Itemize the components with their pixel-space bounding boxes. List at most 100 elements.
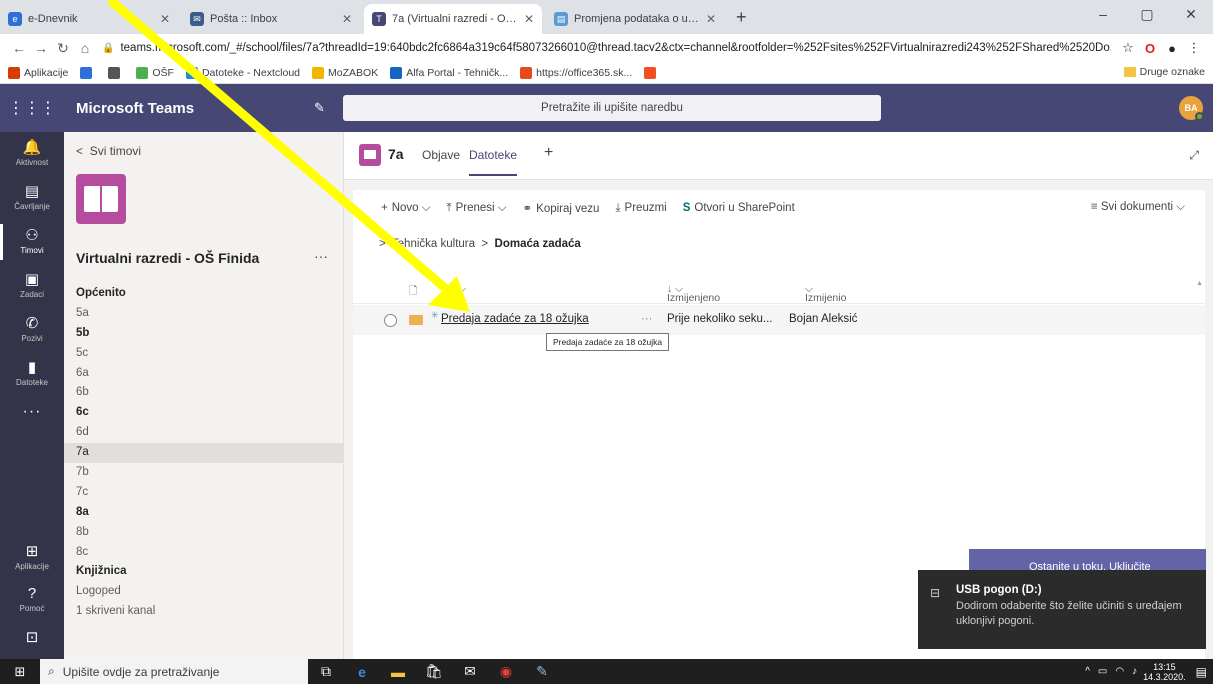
browser-tab[interactable]: T 7a (Virtualni razredi - OŠ Finida) | ✕ xyxy=(364,4,542,34)
more-apps-icon[interactable]: ··· xyxy=(0,396,64,440)
expand-icon[interactable]: ⤢ xyxy=(1189,148,1199,163)
close-window-icon[interactable]: ✕ xyxy=(1169,0,1213,28)
channel-item[interactable]: Općenito xyxy=(64,284,343,304)
network-icon[interactable]: ▭ xyxy=(1098,666,1107,677)
appbar-item[interactable]: ⊞ Aplikacije xyxy=(0,536,64,580)
back-arrow-icon[interactable]: ← xyxy=(8,40,30,56)
browser-tab[interactable]: ✉ Pošta :: Inbox ✕ xyxy=(182,4,360,34)
bookmark-item[interactable]: Aplikacije xyxy=(8,66,68,79)
appbar-item[interactable]: ⚇ Timovi xyxy=(0,220,64,264)
file-name-link[interactable]: Predaja zadaće za 18 ožujka xyxy=(441,313,589,325)
channel-item[interactable]: 8b xyxy=(64,523,343,543)
opera-extension-icon[interactable]: O xyxy=(1139,41,1161,56)
wifi-icon[interactable]: ◠ xyxy=(1115,666,1124,677)
appbar-item[interactable]: ▤ Čavrljanje xyxy=(0,176,64,220)
usb-notification[interactable]: ⊟ USB pogon (D:) Dodirom odaberite što ž… xyxy=(918,570,1206,649)
channel-item[interactable]: 7b xyxy=(64,463,343,483)
appbar-item[interactable]: ▣ Zadaci xyxy=(0,264,64,308)
mail-icon[interactable]: ✉ xyxy=(452,663,488,680)
upload-button[interactable]: ⤒ Prenesi ⌵ xyxy=(447,202,507,215)
forward-arrow-icon[interactable]: → xyxy=(30,40,52,56)
chrome-icon[interactable]: ◉ xyxy=(488,663,524,680)
row-select-radio[interactable] xyxy=(384,314,397,327)
name-column-chevron-icon[interactable]: ⌵ xyxy=(458,283,466,296)
column-modified-by[interactable]: Izmijenio ⌵ xyxy=(805,283,846,304)
home-icon[interactable]: ⌂ xyxy=(74,40,96,56)
channel-item[interactable]: 8a xyxy=(64,503,343,523)
table-row[interactable]: ✳ Predaja zadaće za 18 ožujka ··· Prije … xyxy=(353,305,1205,335)
app-launcher-icon[interactable]: ⋮⋮⋮ xyxy=(0,98,64,118)
profile-icon[interactable]: ● xyxy=(1161,41,1183,56)
channel-item[interactable]: 7a xyxy=(64,443,343,464)
channel-item[interactable]: 6c xyxy=(64,403,343,423)
download-button[interactable]: ⤓ Preuzmi xyxy=(615,202,666,215)
channel-item[interactable]: 8c xyxy=(64,543,343,563)
channel-item[interactable]: 5c xyxy=(64,344,343,364)
task-view-icon[interactable]: ⧉ xyxy=(308,663,344,680)
channel-item[interactable]: Knjižnica xyxy=(64,562,343,582)
other-bookmarks[interactable]: Druge oznake xyxy=(1123,66,1205,78)
windows-start-icon[interactable]: ⊞ xyxy=(0,664,40,680)
file-explorer-icon[interactable]: ▬ xyxy=(380,664,416,680)
tray-chevron-icon[interactable]: ^ xyxy=(1085,666,1090,677)
channel-item[interactable]: 5b xyxy=(64,324,343,344)
appbar-item[interactable]: ▮ Datoteke xyxy=(0,352,64,396)
browser-tab[interactable]: e e-Dnevnik ✕ xyxy=(0,4,178,34)
reload-icon[interactable]: ↻ xyxy=(52,40,74,57)
close-tab-icon[interactable]: ✕ xyxy=(524,12,534,26)
close-tab-icon[interactable]: ✕ xyxy=(342,12,352,26)
view-selector[interactable]: ≡ Svi dokumenti ⌵ xyxy=(1091,201,1185,214)
browser-tab[interactable]: ▤ Promjena podataka o učeniku ✕ xyxy=(546,4,724,34)
minimize-icon[interactable]: – xyxy=(1081,0,1125,28)
tab-objave[interactable]: Objave xyxy=(422,148,460,162)
bookmark-item[interactable] xyxy=(108,66,124,79)
bookmark-item[interactable]: Alfa Portal - Tehničk... xyxy=(390,66,508,79)
volume-icon[interactable]: ♪ xyxy=(1132,666,1137,677)
star-icon[interactable]: ☆ xyxy=(1117,40,1139,56)
team-more-options-icon[interactable]: ··· xyxy=(314,248,328,264)
windows-taskbar: ⊞ ⌕ Upišite ovdje za pretraživanje ⧉ e ▬… xyxy=(0,659,1213,684)
clock[interactable]: 13:15 14.3.2020. xyxy=(1143,662,1186,682)
search-box[interactable]: Pretražite ili upišite naredbu xyxy=(343,95,881,121)
bookmark-item[interactable]: https://office365.sk... xyxy=(520,66,632,79)
channel-item[interactable]: Logoped xyxy=(64,582,343,602)
appbar-item[interactable]: ? Pomoć xyxy=(0,578,64,622)
channel-item[interactable]: 6b xyxy=(64,383,343,403)
appbar-item[interactable]: 🔔 Aktivnost xyxy=(0,132,64,176)
new-button[interactable]: + Novo ⌵ xyxy=(381,202,431,215)
close-tab-icon[interactable]: ✕ xyxy=(706,12,716,26)
add-tab-icon[interactable]: + xyxy=(544,144,553,162)
usb-notification-title: USB pogon (D:) xyxy=(956,584,1042,596)
bookmark-item[interactable]: MoZABOK xyxy=(312,66,378,79)
menu-icon[interactable]: ⋮ xyxy=(1183,40,1205,56)
close-tab-icon[interactable]: ✕ xyxy=(160,12,170,26)
new-tab-icon[interactable]: + xyxy=(728,7,755,34)
bookmark-item[interactable] xyxy=(80,66,96,79)
row-more-options-icon[interactable]: ··· xyxy=(641,313,653,325)
copy-link-button[interactable]: ⚭ Kopiraj vezu xyxy=(523,201,600,215)
edge-icon[interactable]: e xyxy=(344,664,380,680)
address-bar[interactable]: 🔒 teams.microsoft.com/_#/school/files/7a… xyxy=(102,37,1111,59)
channel-item[interactable]: 1 skriveni kanal xyxy=(64,602,343,622)
bookmark-item[interactable]: OŠF xyxy=(136,66,174,79)
all-teams-link[interactable]: < Svi timovi xyxy=(76,144,141,158)
column-modified[interactable]: Izmijenjeno ↓ ⌵ xyxy=(667,283,720,304)
taskbar-search[interactable]: ⌕ Upišite ovdje za pretraživanje xyxy=(40,659,308,684)
store-icon[interactable]: 🛍 xyxy=(416,663,452,680)
action-center-icon[interactable]: ▤ xyxy=(1196,665,1207,679)
tab-datoteke[interactable]: Datoteke xyxy=(469,148,518,176)
maximize-icon[interactable]: ▢ xyxy=(1125,0,1169,28)
new-chat-icon[interactable]: ✎ xyxy=(314,100,342,116)
channel-item[interactable]: 6a xyxy=(64,364,343,384)
pen-app-icon[interactable]: ✎ xyxy=(524,663,560,680)
scroll-up-icon[interactable]: ▲ xyxy=(1196,280,1203,287)
breadcrumb-parent[interactable]: Tehnička kultura xyxy=(392,238,475,250)
channel-item[interactable]: 7c xyxy=(64,483,343,503)
channel-item[interactable]: 5a xyxy=(64,304,343,324)
open-sharepoint-button[interactable]: S Otvori u SharePoint xyxy=(683,202,795,214)
channel-item[interactable]: 6d xyxy=(64,423,343,443)
avatar[interactable]: BA xyxy=(1179,96,1204,121)
appbar-item[interactable]: ✆ Pozivi xyxy=(0,308,64,352)
bookmark-item[interactable]: Datoteke - Nextcloud xyxy=(185,66,300,79)
bookmark-item[interactable] xyxy=(644,66,660,79)
